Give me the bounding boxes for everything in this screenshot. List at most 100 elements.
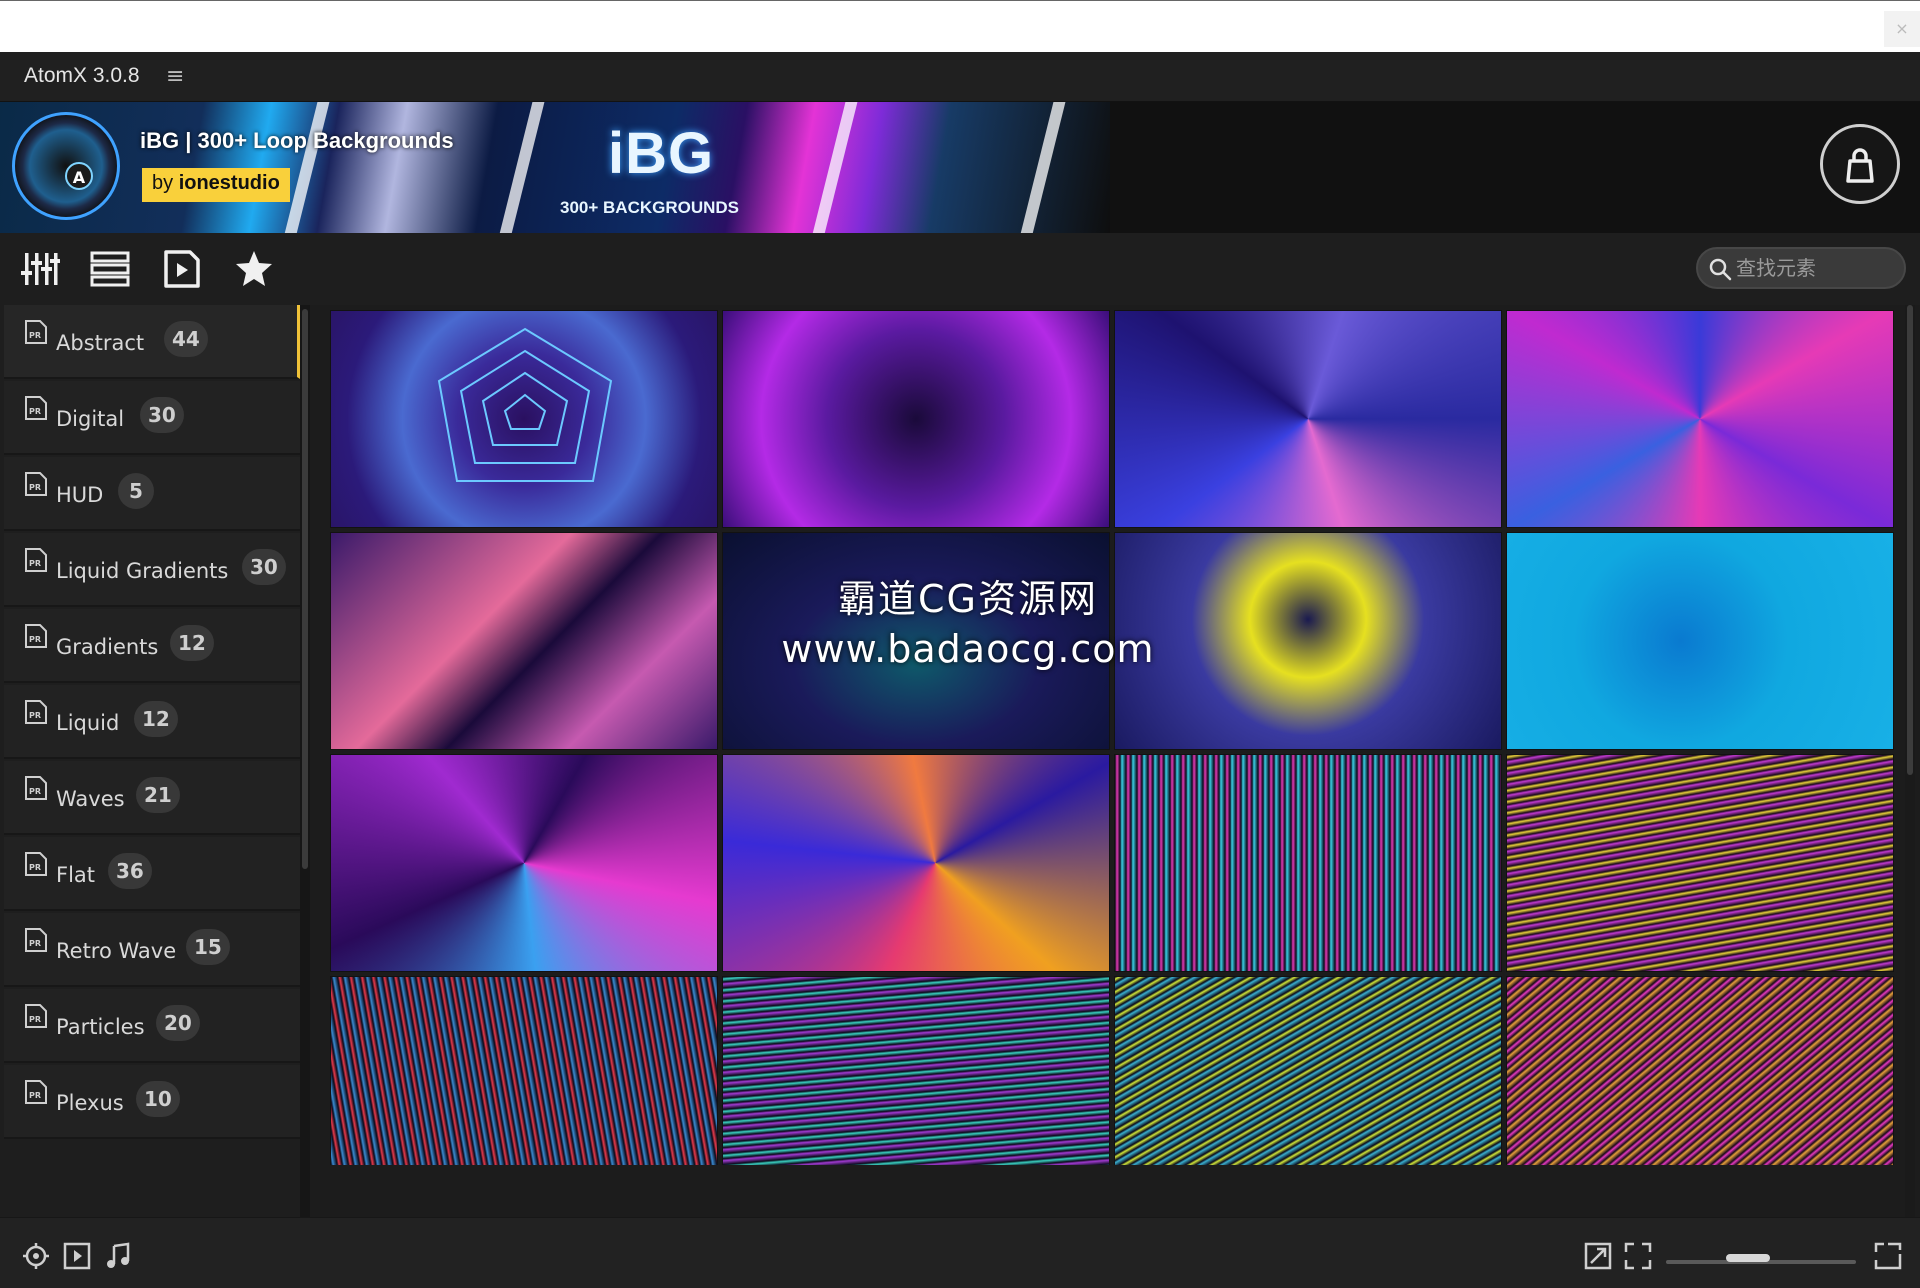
- clip-thumbnail[interactable]: [722, 976, 1110, 1165]
- category-label: Liquid: [56, 711, 120, 735]
- app-title: AtomX 3.0.8: [24, 64, 140, 87]
- svg-text:PR: PR: [29, 407, 41, 416]
- status-bar: [0, 1217, 1920, 1288]
- grid-scrollbar[interactable]: [1905, 305, 1915, 1217]
- banner-title: iBG | 300+ Loop Backgrounds: [140, 128, 454, 153]
- premiere-file-icon: PR: [25, 776, 47, 800]
- category-count-badge: 36: [108, 853, 152, 889]
- thumbnail-art: [437, 327, 613, 482]
- sidebar-scroll-thumb[interactable]: [302, 309, 308, 869]
- svg-text:PR: PR: [29, 939, 41, 948]
- category-item-abstract[interactable]: PR Abstract 44: [4, 305, 300, 379]
- toolbar: [0, 233, 1920, 305]
- clip-thumbnail[interactable]: [330, 754, 718, 972]
- clip-thumbnail[interactable]: [1114, 310, 1502, 528]
- list-icon[interactable]: [90, 249, 134, 293]
- layout-icon[interactable]: [1874, 1242, 1902, 1270]
- category-label: Flat: [56, 863, 96, 887]
- category-count-badge: 15: [186, 929, 230, 965]
- category-label: Retro Wave: [56, 939, 177, 963]
- clip-thumbnail[interactable]: [330, 976, 718, 1165]
- clip-thumbnail[interactable]: [1114, 976, 1502, 1165]
- clip-grid: [330, 310, 1896, 1165]
- atomx-logo-icon: A: [12, 112, 120, 220]
- category-label: Gradients: [56, 635, 159, 659]
- category-item-gradients[interactable]: PR Gradients 12: [4, 609, 300, 683]
- clip-thumbnail[interactable]: [1114, 754, 1502, 972]
- hamburger-menu-icon[interactable]: ≡: [166, 64, 184, 89]
- category-label: Abstract: [56, 331, 145, 355]
- shopping-bag-icon: [1846, 148, 1874, 183]
- search-input[interactable]: [1736, 254, 1896, 282]
- category-item-hud[interactable]: PR HUD 5: [4, 457, 300, 531]
- svg-text:PR: PR: [29, 1091, 41, 1100]
- sidebar-scrollbar[interactable]: [300, 305, 310, 1217]
- clip-thumbnail[interactable]: [1506, 310, 1894, 528]
- banner-author-badge: by ionestudio: [142, 168, 290, 202]
- category-count-badge: 20: [156, 1005, 200, 1041]
- category-label: Waves: [56, 787, 125, 811]
- shop-button[interactable]: [1820, 124, 1900, 204]
- play-square-icon[interactable]: [63, 1242, 91, 1270]
- category-label: HUD: [56, 483, 104, 507]
- svg-text:PR: PR: [29, 331, 41, 340]
- svg-text:PR: PR: [29, 635, 41, 644]
- clip-thumbnail[interactable]: [722, 532, 1110, 750]
- premiere-file-icon: PR: [25, 1080, 47, 1104]
- zoom-slider[interactable]: [1666, 1254, 1856, 1264]
- svg-text:PR: PR: [29, 711, 41, 720]
- svg-text:PR: PR: [29, 863, 41, 872]
- category-item-digital[interactable]: PR Digital 30: [4, 381, 300, 455]
- clip-thumbnail[interactable]: [330, 310, 718, 528]
- category-label: Digital: [56, 407, 125, 431]
- clip-thumbnail[interactable]: [1506, 976, 1894, 1165]
- expand-icon[interactable]: [1584, 1242, 1612, 1270]
- clip-thumbnail[interactable]: [1114, 532, 1502, 750]
- category-label: Plexus: [56, 1091, 124, 1115]
- clip-thumbnail[interactable]: [722, 310, 1110, 528]
- ibg-subtitle: 300+ BACKGROUNDS: [560, 198, 740, 217]
- os-top-strip: ×: [0, 0, 1920, 52]
- sliders-icon[interactable]: [20, 249, 64, 293]
- premiere-file-icon: PR: [25, 1004, 47, 1028]
- zoom-slider-thumb[interactable]: [1726, 1254, 1770, 1262]
- target-icon[interactable]: [22, 1242, 50, 1270]
- category-item-liquid-gradients[interactable]: PR Liquid Gradients 30: [4, 533, 300, 607]
- pack-banner[interactable]: A iBG | 300+ Loop Backgrounds by ionestu…: [0, 102, 1920, 233]
- star-icon[interactable]: [234, 249, 278, 293]
- category-item-waves[interactable]: PR Waves 21: [4, 761, 300, 835]
- music-note-icon[interactable]: [104, 1242, 132, 1270]
- category-item-plexus[interactable]: PR Plexus 10: [4, 1065, 300, 1139]
- svg-text:PR: PR: [29, 787, 41, 796]
- category-count-badge: 44: [164, 321, 208, 357]
- fullscreen-icon[interactable]: [1624, 1242, 1652, 1270]
- category-item-retro-wave[interactable]: PR Retro Wave 15: [4, 913, 300, 987]
- clip-thumbnail[interactable]: [722, 754, 1110, 972]
- category-item-liquid[interactable]: PR Liquid 12: [4, 685, 300, 759]
- svg-text:PR: PR: [29, 1015, 41, 1024]
- video-file-icon[interactable]: [162, 249, 206, 293]
- category-item-particles[interactable]: PR Particles 20: [4, 989, 300, 1063]
- atomx-logo-letter: A: [65, 162, 93, 190]
- clip-thumbnail[interactable]: [330, 532, 718, 750]
- premiere-file-icon: PR: [25, 928, 47, 952]
- search-box[interactable]: [1696, 247, 1906, 289]
- premiere-file-icon: PR: [25, 548, 47, 572]
- category-label: Liquid Gradients: [56, 559, 229, 583]
- category-count-badge: 10: [136, 1081, 180, 1117]
- author-prefix: by: [152, 172, 174, 194]
- window-close-button[interactable]: ×: [1884, 11, 1920, 47]
- category-sidebar: PR Abstract 44 PR Digital 30 PR HUD 5 PR…: [0, 305, 300, 1217]
- premiere-file-icon: PR: [25, 320, 47, 344]
- premiere-file-icon: PR: [25, 396, 47, 420]
- category-count-badge: 30: [242, 549, 286, 585]
- clip-thumbnail[interactable]: [1506, 532, 1894, 750]
- premiere-file-icon: PR: [25, 624, 47, 648]
- search-icon: [1709, 258, 1732, 281]
- clip-thumbnail[interactable]: [1506, 754, 1894, 972]
- svg-text:PR: PR: [29, 483, 41, 492]
- category-count-badge: 12: [170, 625, 214, 661]
- category-item-flat[interactable]: PR Flat 36: [4, 837, 300, 911]
- category-count-badge: 30: [140, 397, 184, 433]
- grid-scroll-thumb[interactable]: [1907, 305, 1913, 775]
